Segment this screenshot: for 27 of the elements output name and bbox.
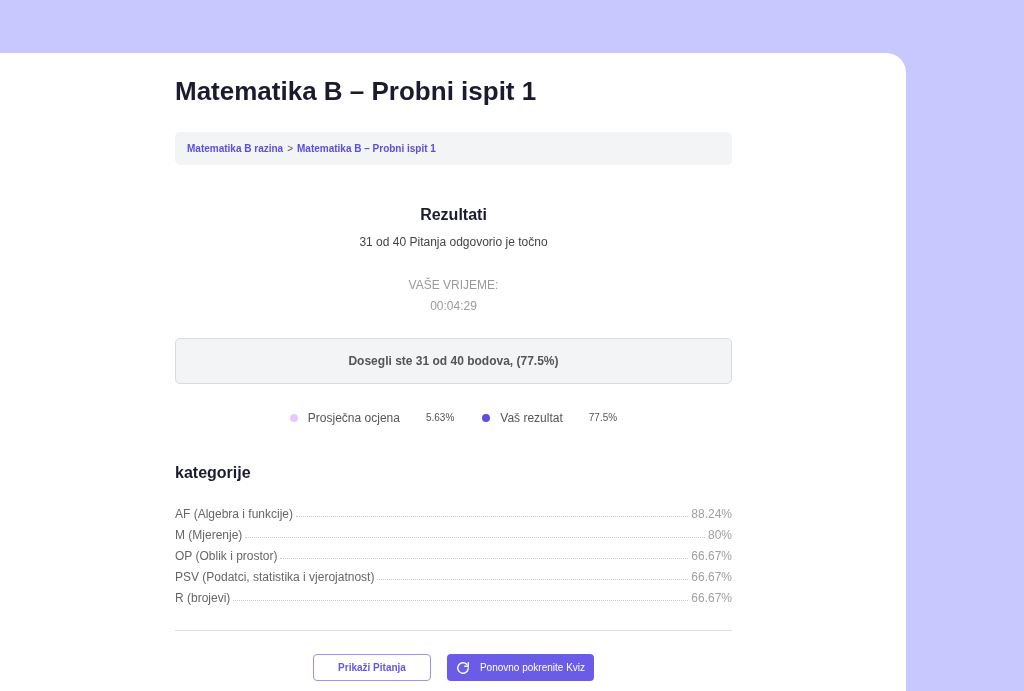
results-heading: Rezultati xyxy=(420,205,487,225)
category-name: PSV (Podatci, statistika i vjerojatnost) xyxy=(175,568,375,586)
restart-quiz-button[interactable]: Ponovno pokrenite Kviz xyxy=(447,654,594,681)
legend-label: Vaš rezultat xyxy=(500,410,563,427)
page-title: Matematika B – Probni ispit 1 xyxy=(175,75,537,107)
legend-value: 77.5% xyxy=(588,411,618,425)
category-percent: 80% xyxy=(707,526,732,544)
category-name: AF (Algebra i funkcije) xyxy=(175,505,294,523)
time-label: VAŠE VRIJEME: xyxy=(408,276,499,294)
category-name: M (Mjerenje) xyxy=(175,526,243,544)
category-percent: 66.67% xyxy=(691,568,732,586)
categories-heading: kategorije xyxy=(175,463,251,483)
legend-label: Prosječna ocjena xyxy=(307,410,400,427)
breadcrumb-link[interactable]: Matematika B – Probni ispit 1 xyxy=(297,141,436,156)
results-summary: 31 od 40 Pitanja odgovorio je točno xyxy=(359,234,548,251)
show-questions-button[interactable]: Prikaži Pitanja xyxy=(313,654,431,681)
time-value: 00:04:29 xyxy=(430,298,477,315)
category-name: OP (Oblik i prostor) xyxy=(175,547,278,565)
category-percent: 88.24% xyxy=(691,505,732,523)
legend-value: 5.63% xyxy=(425,411,455,425)
category-percent: 66.67% xyxy=(691,547,732,565)
category-name: R (brojevi) xyxy=(175,589,231,607)
score-text: Dosegli ste 31 od 40 bodova, (77.5%) xyxy=(348,353,559,370)
category-percent: 66.67% xyxy=(691,589,732,607)
refresh-icon xyxy=(455,660,470,675)
breadcrumb-separator: > xyxy=(287,142,293,156)
breadcrumb-link[interactable]: Matematika B razina xyxy=(187,141,284,156)
